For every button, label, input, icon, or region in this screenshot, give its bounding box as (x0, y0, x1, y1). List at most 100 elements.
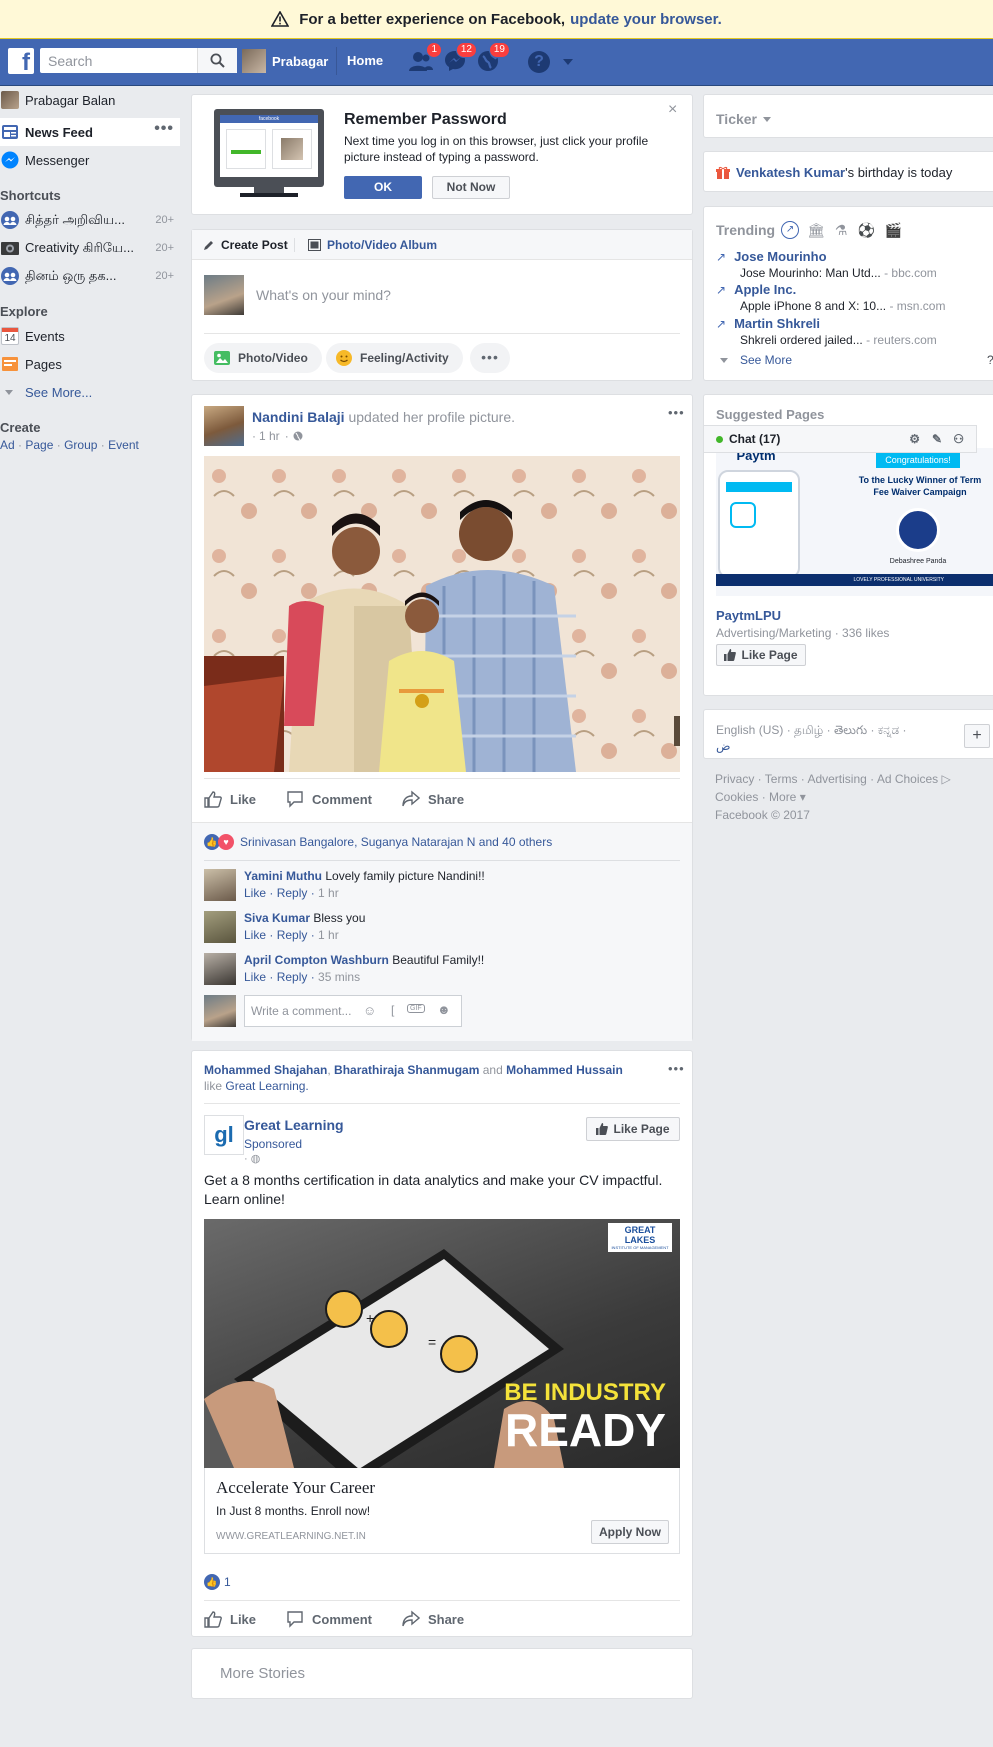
reactions-summary[interactable]: 👍 ♥ Srinivasan Bangalore, Suganya Natara… (204, 834, 552, 850)
home-link[interactable]: Home (336, 47, 383, 75)
like-page-button[interactable]: Like Page (586, 1117, 680, 1141)
comment-author[interactable]: Siva Kumar (244, 911, 310, 925)
comment-reply-link[interactable]: Reply (277, 970, 308, 984)
avatar[interactable] (204, 911, 236, 943)
create-group-link[interactable]: Group (64, 438, 97, 452)
tab-create-post[interactable]: Create Post (203, 238, 288, 252)
avatar[interactable] (204, 406, 244, 446)
add-language-button[interactable]: + (964, 724, 990, 748)
update-browser-link[interactable]: update your browser. (570, 11, 722, 28)
gear-icon[interactable]: ⚙ (909, 432, 920, 446)
page-link[interactable]: Great Learning. (225, 1079, 308, 1093)
profile-link[interactable]: Prabagar (242, 47, 328, 75)
shortcut-item[interactable]: Creativity கிரியே... 20+ (0, 234, 180, 262)
create-ad-link[interactable]: Ad (0, 438, 15, 452)
shortcut-item[interactable]: தினம் ஒரு தக... 20+ (0, 262, 180, 290)
post-options-icon[interactable]: ••• (668, 1061, 685, 1076)
share-button[interactable]: Share (402, 790, 464, 808)
emoji-icon[interactable]: ☺ (363, 1003, 376, 1018)
see-more-link[interactable]: See More... (0, 378, 180, 406)
chat-tab[interactable]: Chat (17) ⚙ ✎ ⚇ (703, 425, 977, 453)
shortcut-item[interactable]: சித்தர் அறிவிய... 20+ (0, 206, 180, 234)
help-icon[interactable]: ? (987, 353, 993, 367)
ad-image[interactable]: + = GREAT LAKES INSTITUTE OF MANAGEMENT … (204, 1219, 680, 1468)
comment-time[interactable]: 35 mins (318, 970, 360, 984)
comment-reply-link[interactable]: Reply (277, 928, 308, 942)
remember-ok-button[interactable]: OK (344, 176, 422, 199)
comment-button[interactable]: Comment (286, 790, 372, 808)
avatar[interactable] (204, 869, 236, 901)
notifications-button[interactable]: 19 (476, 42, 510, 75)
like-button[interactable]: Like (204, 1610, 256, 1628)
trend-item[interactable]: ↗ Apple Inc. Apple iPhone 8 and X: 10... … (716, 282, 945, 313)
science-icon[interactable]: ⚗ (835, 222, 848, 239)
comment-button[interactable]: Comment (286, 1610, 372, 1628)
search-button[interactable] (197, 48, 237, 73)
sidebar-item-events[interactable]: 14 Events (0, 322, 180, 350)
more-options-icon[interactable]: ••• (154, 120, 174, 138)
close-icon[interactable]: × (668, 101, 677, 119)
sidebar-item-messenger[interactable]: Messenger (0, 146, 180, 174)
gif-icon[interactable]: GIF (407, 1004, 425, 1013)
post-author-link[interactable]: Nandini Balaji (252, 409, 345, 425)
photo-video-button[interactable]: Photo/Video (204, 343, 322, 373)
suggested-like-page-button[interactable]: Like Page (716, 644, 806, 666)
great-learning-logo-icon[interactable]: gl (204, 1115, 244, 1155)
trend-item[interactable]: ↗ Martin Shkreli Shkreli ordered jailed..… (716, 316, 937, 347)
post-timestamp[interactable]: 1 hr (259, 429, 280, 443)
comment-input[interactable]: Write a comment... ☺ [ GIF ☻ (244, 995, 462, 1027)
languages-list[interactable]: English (US) · தமிழ் · తెలుగు · ಕನ್ನಡ · … (716, 722, 936, 754)
page-name-link[interactable]: Great Learning (244, 1117, 344, 1133)
trending-see-more[interactable]: See More (720, 353, 792, 367)
avatar[interactable] (204, 953, 236, 985)
likes-summary[interactable]: 👍 1 (204, 1574, 231, 1590)
friend-link[interactable]: Mohammed Shajahan (204, 1063, 327, 1077)
ad-choices-icon[interactable]: ▷ (942, 772, 951, 786)
apply-now-button[interactable]: Apply Now (591, 1520, 669, 1544)
suggested-page-name[interactable]: PaytmLPU (716, 608, 781, 623)
post-options-icon[interactable]: ••• (668, 405, 685, 420)
comment-like-link[interactable]: Like (244, 970, 266, 984)
feeling-activity-button[interactable]: Feeling/Activity (326, 343, 463, 373)
sponsored-label[interactable]: Sponsored (244, 1137, 302, 1151)
more-stories-card[interactable]: More Stories (191, 1648, 693, 1699)
comment-like-link[interactable]: Like (244, 928, 266, 942)
share-button[interactable]: Share (402, 1610, 464, 1628)
link-preview[interactable]: Accelerate Your Career In Just 8 months.… (204, 1468, 680, 1554)
sidebar-item-news-feed[interactable]: News Feed ••• (0, 118, 180, 146)
create-page-link[interactable]: Page (25, 438, 53, 452)
comment-time[interactable]: 1 hr (318, 886, 339, 900)
post-photo[interactable] (204, 456, 680, 772)
remember-not-now-button[interactable]: Not Now (432, 176, 510, 199)
account-menu-chevron-down-icon[interactable] (563, 59, 573, 65)
facebook-logo-icon[interactable]: f (8, 48, 34, 74)
trending-top-icon[interactable]: ↗ (781, 221, 800, 239)
comment-time[interactable]: 1 hr (318, 928, 339, 942)
entertainment-icon[interactable]: 🎬 (885, 222, 902, 239)
more-options-icon[interactable]: ••• (470, 343, 510, 373)
politics-icon[interactable]: 🏛 (807, 222, 825, 239)
sticker-icon[interactable]: ☻ (437, 1002, 451, 1017)
friend-requests-button[interactable]: 1 (408, 42, 442, 75)
create-event-link[interactable]: Event (108, 438, 139, 452)
footer-links-row-2[interactable]: Cookies · More ▾ (715, 788, 985, 806)
sidebar-item-pages[interactable]: Pages (0, 350, 180, 378)
like-button[interactable]: Like (204, 790, 256, 808)
friend-link[interactable]: Mohammed Hussain (506, 1063, 623, 1077)
group-chat-icon[interactable]: ⚇ (953, 432, 964, 446)
comment-reply-link[interactable]: Reply (277, 886, 308, 900)
ticker-menu[interactable]: Ticker (716, 111, 771, 127)
tab-photo-album[interactable]: Photo/Video Album (308, 238, 437, 252)
footer-links-row-1[interactable]: Privacy · Terms · Advertising · Ad Choic… (715, 772, 938, 786)
trend-item[interactable]: ↗ Jose Mourinho Jose Mourinho: Man Utd...… (716, 249, 937, 280)
compose-icon[interactable]: ✎ (932, 432, 942, 446)
comment-author[interactable]: April Compton Washburn (244, 953, 389, 967)
sports-icon[interactable]: ⚽ (857, 222, 874, 239)
birthday-name-link[interactable]: Venkatesh Kumar (736, 165, 845, 180)
sidebar-item-profile[interactable]: Prabagar Balan (0, 86, 180, 114)
comment-author[interactable]: Yamini Muthu (244, 869, 322, 883)
friend-link[interactable]: Bharathiraja Shanmugam (334, 1063, 479, 1077)
suggested-page-image[interactable]: Paytm Congratulations! To the Lucky Winn… (716, 448, 993, 596)
messages-button[interactable]: 12 (443, 42, 477, 75)
camera-icon[interactable]: [ (391, 1003, 394, 1017)
